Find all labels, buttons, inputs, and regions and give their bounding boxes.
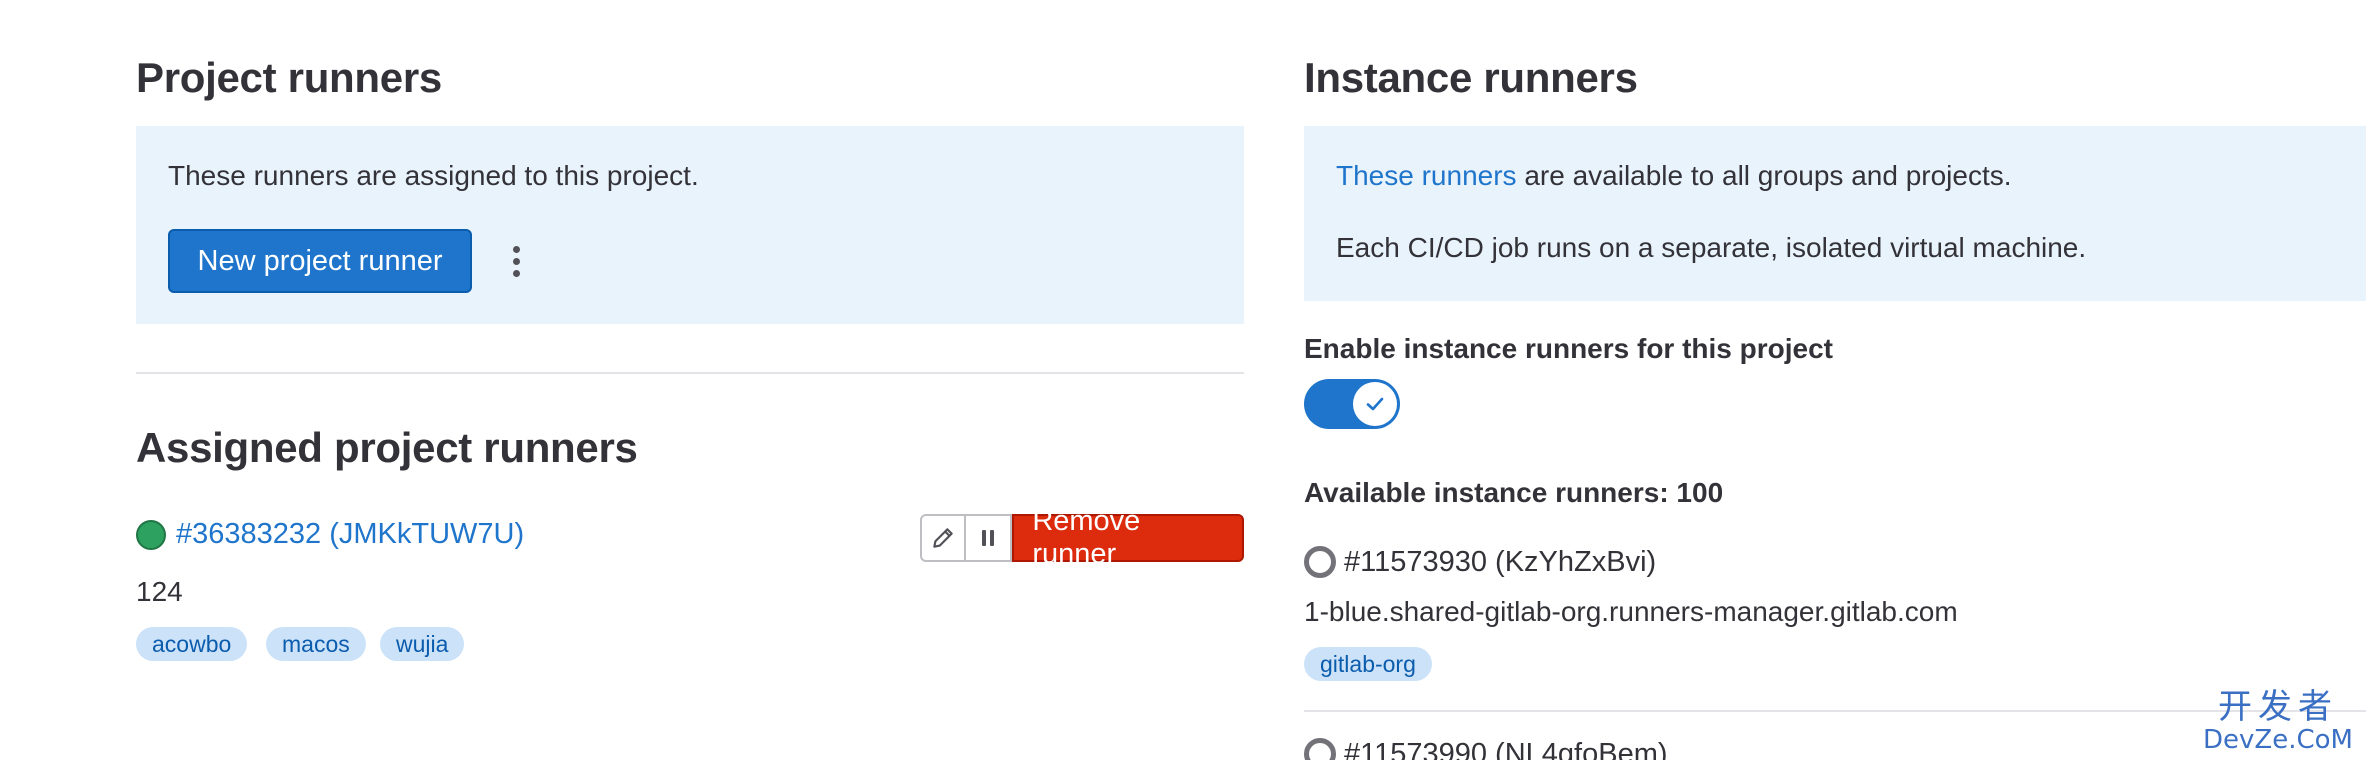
toggle-knob — [1353, 382, 1397, 426]
watermark-logo: 开发者 DevZe.CoM — [2198, 688, 2358, 754]
project-runners-panel: These runners are assigned to this proje… — [136, 126, 1244, 324]
instance-runners-panel: These runners are available to all group… — [1304, 126, 2366, 301]
watermark-top: 开发者 — [2218, 687, 2338, 727]
available-instance-runners-count: Available instance runners: 100 — [1304, 477, 1724, 508]
assigned-runners-title: Assigned project runners — [136, 424, 638, 471]
runner-tag: gitlab-org — [1304, 647, 1432, 681]
pencil-icon — [933, 528, 953, 548]
section-divider — [136, 372, 1244, 374]
instance-runner-id: #11573930 (KzYhZxBvi) — [1344, 546, 1657, 578]
runner-tag: macos — [266, 627, 366, 661]
new-project-runner-button[interactable]: New project runner — [168, 229, 472, 293]
enable-instance-runners-label: Enable instance runners for this project — [1304, 333, 1834, 364]
instance-runner-id: #11573990 (NL4gfoBem) — [1344, 738, 1668, 760]
status-offline-icon — [1304, 738, 1336, 760]
assigned-runner-description: 124 — [136, 576, 183, 607]
assigned-runner-link[interactable]: #36383232 (JMKkTUW7U) — [176, 518, 524, 551]
runners-settings-page: Project runners These runners are assign… — [0, 0, 2366, 760]
instance-runners-isolation-note: Each CI/CD job runs on a separate, isola… — [1336, 232, 2087, 263]
these-runners-link[interactable]: These runners — [1336, 160, 1517, 191]
instance-runners-title: Instance runners — [1304, 54, 1638, 101]
kebab-icon[interactable] — [494, 238, 538, 284]
runner-tag: wujia — [380, 627, 465, 661]
enable-instance-runners-toggle[interactable] — [1304, 379, 1400, 429]
instance-runners-description: These runners are available to all group… — [1336, 160, 2012, 192]
edit-runner-button[interactable] — [920, 514, 967, 562]
status-online-icon — [136, 520, 166, 550]
remove-runner-button[interactable]: Remove runner — [1012, 505, 1244, 570]
runner-tag: acowbo — [136, 627, 248, 661]
project-runners-description: These runners are assigned to this proje… — [168, 160, 699, 191]
instance-runners-description-rest: are available to all groups and projects… — [1516, 160, 2012, 191]
pause-icon — [982, 530, 995, 546]
instance-runner-description: 1-blue.shared-gitlab-org.runners-manager… — [1304, 596, 1958, 627]
status-offline-icon — [1304, 546, 1336, 578]
pause-runner-button[interactable] — [966, 514, 1013, 562]
check-icon — [1366, 397, 1384, 411]
runner-actions: Remove runner — [920, 505, 1244, 570]
watermark-bottom: DevZe.CoM — [2203, 725, 2353, 755]
project-runners-title: Project runners — [136, 54, 442, 101]
